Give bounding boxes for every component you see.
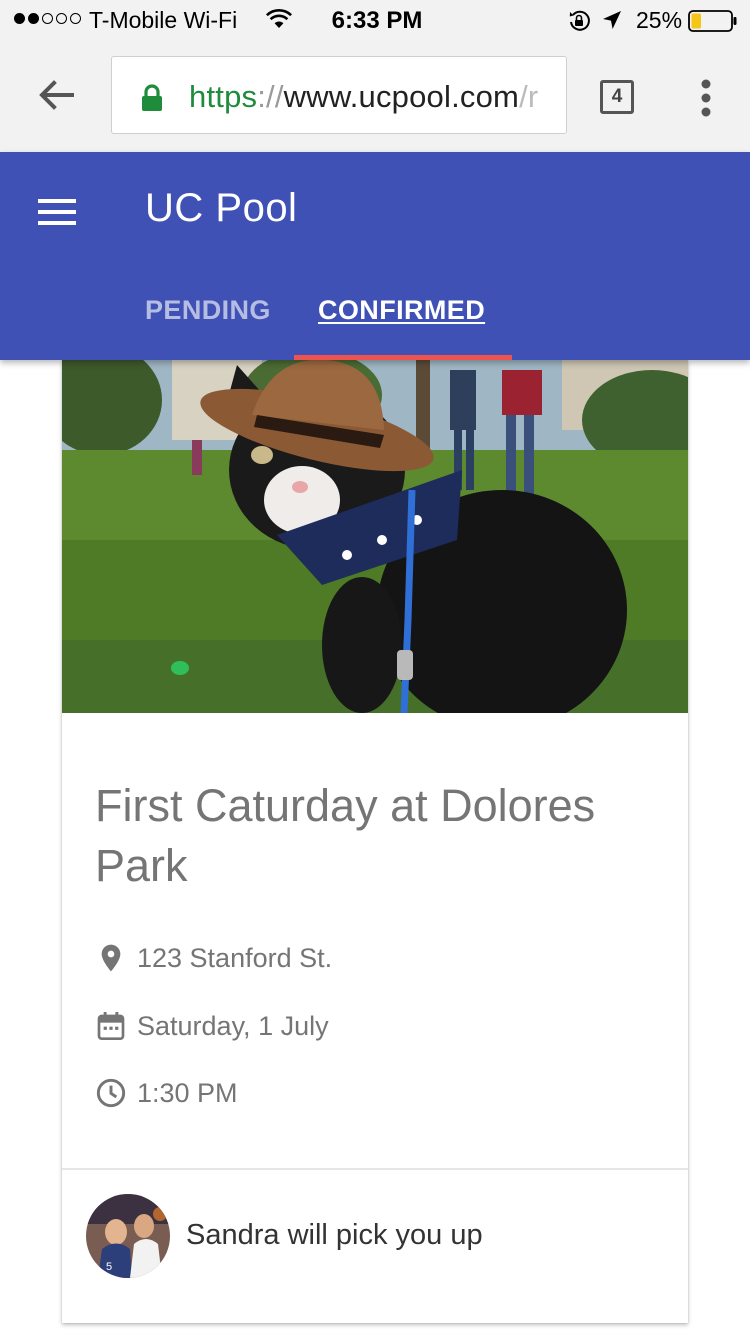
url-scheme: https	[189, 79, 258, 114]
svg-text:5: 5	[106, 1261, 112, 1273]
card-divider	[62, 1168, 688, 1170]
event-address: 123 Stanford St.	[137, 942, 333, 973]
battery-percentage: 25%	[636, 7, 683, 33]
event-time-row: 1:30 PM	[95, 1073, 238, 1113]
tab-pending[interactable]: PENDING	[145, 295, 271, 326]
url-text: https://www.ucpool.com/r	[189, 79, 538, 115]
event-title: First Caturday at Dolores Park	[95, 780, 596, 892]
battery-icon	[688, 10, 737, 32]
hamburger-menu-icon[interactable]	[38, 198, 76, 226]
event-photo	[62, 360, 688, 713]
location-arrow-icon	[603, 11, 621, 29]
address-bar[interactable]: https://www.ucpool.com/r	[111, 56, 567, 134]
padlock-icon	[142, 84, 162, 111]
tabs-count-icon[interactable]: 4	[600, 80, 634, 114]
tab-indicator	[294, 355, 512, 360]
url-tail: /r	[519, 79, 539, 114]
avatar: 5	[86, 1194, 170, 1278]
status-bar: T-Mobile Wi-Fi 6:33 PM 25%	[0, 0, 750, 42]
browser-toolbar: https://www.ucpool.com/r 4	[0, 42, 750, 152]
driver-message: Sandra will pick you up	[186, 1219, 483, 1251]
url-host: www.ucpool.com	[283, 79, 520, 114]
calendar-icon	[97, 1012, 125, 1040]
back-arrow-icon[interactable]	[36, 75, 76, 115]
tab-confirmed[interactable]: CONFIRMED	[318, 295, 485, 326]
url-separator: ://	[257, 79, 284, 114]
event-date: Saturday, 1 July	[137, 1010, 329, 1041]
orientation-lock-icon	[569, 10, 590, 31]
more-vert-icon[interactable]	[700, 78, 712, 118]
event-address-row: 123 Stanford St.	[95, 938, 332, 978]
app-title: UC Pool	[145, 186, 298, 230]
event-date-row: Saturday, 1 July	[95, 1006, 329, 1046]
event-time: 1:30 PM	[137, 1077, 238, 1108]
place-pin-icon	[101, 944, 121, 972]
app-bar: UC Pool PENDING CONFIRMED	[0, 152, 750, 360]
clock-icon	[96, 1078, 126, 1108]
event-card[interactable]: First Caturday at Dolores Park 123 Stanf…	[62, 360, 688, 1323]
